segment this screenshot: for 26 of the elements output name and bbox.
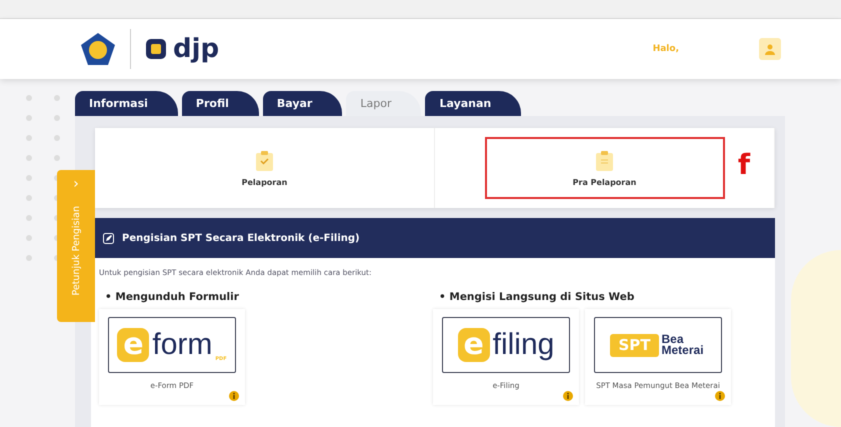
tab[interactable]: Profil [182, 91, 259, 116]
report-option[interactable]: Pra Pelaporan [486, 139, 722, 197]
side-tab-label: Petunjuk Pengisian [70, 206, 82, 296]
option-label: Pelaporan [242, 178, 288, 186]
logo-text: djp [173, 34, 220, 64]
tab[interactable]: Lapor [346, 91, 422, 116]
djp-logo-icon [145, 38, 167, 60]
arrow-glyph: › [73, 176, 79, 192]
info-icon[interactable] [715, 391, 725, 401]
annotation-letter: f [738, 148, 750, 181]
option-label: Pra Pelaporan [572, 178, 636, 186]
info-icon[interactable] [229, 391, 239, 401]
greeting: Halo, [652, 44, 679, 54]
efiling-logo: e filing [442, 317, 570, 373]
tab[interactable]: Informasi [75, 91, 178, 116]
tab[interactable]: Layanan [425, 91, 522, 116]
section-title: Pengisian SPT Secara Elektronik (e-Filing) [122, 232, 360, 244]
report-option[interactable]: Pelaporan [242, 140, 288, 196]
emblem-icon [80, 32, 116, 66]
info-icon[interactable] [563, 391, 573, 401]
clipboard-icon [254, 150, 274, 172]
group-title: • Mengunduh Formulir [105, 291, 240, 303]
tab[interactable]: Bayar [262, 91, 342, 116]
edit-icon [103, 232, 114, 244]
clipboard-icon [595, 150, 614, 172]
group-title: • Mengisi Langsung di Situs Web [439, 291, 636, 303]
